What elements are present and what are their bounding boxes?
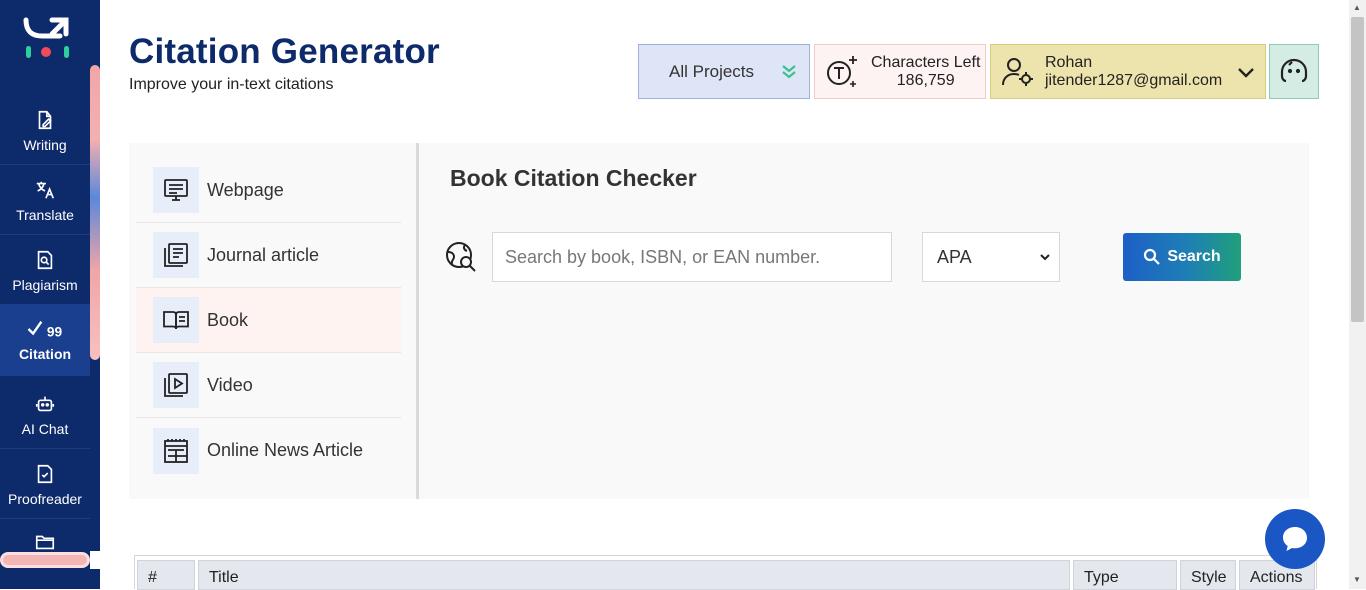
scroll-up-arrow-icon[interactable]: ▲: [1353, 3, 1361, 12]
scrollbar-thumb[interactable]: [1351, 17, 1364, 322]
source-type-label: Webpage: [207, 179, 284, 200]
user-name: Rohan: [1045, 53, 1093, 71]
search-button[interactable]: Search: [1123, 233, 1241, 281]
sidebar-item-ai-chat[interactable]: AI Chat: [0, 381, 90, 449]
sidebar-item-writing[interactable]: Writing: [0, 97, 90, 165]
sidebar: Writing Translate Plagiarism 99 Citation…: [0, 0, 100, 589]
sidebar-item-citation[interactable]: 99 Citation: [0, 304, 90, 376]
chevron-down-icon: [1238, 67, 1255, 78]
sidebar-item-label: Proofreader: [8, 490, 82, 507]
projects-label: All Projects: [669, 61, 755, 81]
characters-left-label: Characters Left: [871, 53, 981, 71]
source-type-news[interactable]: Online News Article: [136, 418, 401, 483]
source-type-label: Online News Article: [207, 440, 364, 460]
globe-search-icon: [446, 242, 476, 272]
proofreader-icon: [37, 464, 53, 483]
sidebar-item-label: AI Chat: [21, 420, 69, 437]
sidebar-item-plagiarism[interactable]: Plagiarism: [0, 237, 90, 305]
translate-icon: [36, 181, 55, 199]
search-button-label: Search: [1167, 248, 1221, 265]
citation-icon: 99: [27, 320, 63, 339]
folder-icon: [35, 535, 55, 550]
journal-icon: [164, 243, 188, 267]
scroll-corner: [90, 551, 100, 569]
user-settings-icon: [1002, 57, 1033, 86]
user-menu[interactable]: Rohan jitender1287@gmail.com: [990, 44, 1266, 99]
source-type-webpage[interactable]: Webpage: [136, 158, 401, 223]
chat-bubble-icon: [1283, 527, 1307, 551]
page-scrollbar[interactable]: ▲ ▼: [1349, 0, 1366, 589]
projects-dropdown[interactable]: All Projects: [638, 44, 810, 99]
characters-left-badge: Characters Left 186,759: [814, 44, 986, 99]
headset-icon: [1280, 58, 1308, 82]
checker-title: Book Citation Checker: [450, 165, 697, 191]
double-chevron-down-icon: [782, 64, 796, 78]
sidebar-item-label: Citation: [18, 345, 72, 362]
chat-widget-button[interactable]: [1265, 509, 1325, 569]
source-type-label: Journal article: [207, 244, 320, 265]
column-header-type[interactable]: Type: [1073, 560, 1177, 590]
column-header-title[interactable]: Title: [198, 560, 1070, 590]
source-type-book[interactable]: Book: [136, 288, 401, 353]
column-header-number[interactable]: #: [137, 560, 195, 590]
sidebar-item-label: Translate: [16, 206, 74, 223]
citations-table: # Title Type Style Actions: [134, 555, 1317, 590]
citation-panel: Webpage Journal article Book Video Onlin…: [129, 143, 1309, 499]
search-icon: [1144, 248, 1161, 265]
sidebar-horizontal-scrollbar[interactable]: [0, 552, 90, 568]
webpage-icon: [164, 179, 188, 201]
source-type-journal[interactable]: Journal article: [136, 223, 401, 288]
source-type-label: Video: [207, 374, 253, 395]
support-button[interactable]: [1269, 44, 1319, 99]
writing-icon: [38, 110, 52, 129]
column-header-style[interactable]: Style: [1180, 560, 1236, 590]
page-subtitle: Improve your in-text citations: [129, 76, 334, 93]
plagiarism-icon: [37, 250, 53, 269]
scroll-down-arrow-icon[interactable]: ▼: [1353, 575, 1361, 584]
sidebar-scrollbar[interactable]: [90, 65, 100, 360]
chevron-down-icon: [1040, 254, 1050, 261]
sidebar-item-proofreader[interactable]: Proofreader: [0, 451, 90, 519]
brand-logo[interactable]: [22, 12, 74, 64]
token-sparkle-icon: [827, 55, 857, 87]
citation-style-value: APA: [937, 246, 972, 267]
source-type-list: Webpage Journal article Book Video Onlin…: [129, 143, 419, 499]
characters-left-value: 186,759: [896, 71, 955, 89]
user-email: jitender1287@gmail.com: [1045, 71, 1223, 89]
source-type-video[interactable]: Video: [136, 353, 401, 418]
book-search-input[interactable]: [492, 232, 892, 282]
page-title: Citation Generator: [129, 32, 440, 71]
sidebar-item-label: Writing: [23, 136, 67, 153]
robot-icon: [35, 396, 55, 411]
video-icon: [164, 373, 188, 397]
book-icon: [163, 311, 189, 330]
source-type-label: Book: [207, 309, 249, 330]
sidebar-item-label: Plagiarism: [12, 276, 78, 293]
sidebar-item-translate[interactable]: Translate: [0, 167, 90, 235]
svg-text:99: 99: [47, 324, 63, 339]
news-icon: [164, 438, 188, 463]
citation-style-select[interactable]: APA: [922, 232, 1060, 282]
